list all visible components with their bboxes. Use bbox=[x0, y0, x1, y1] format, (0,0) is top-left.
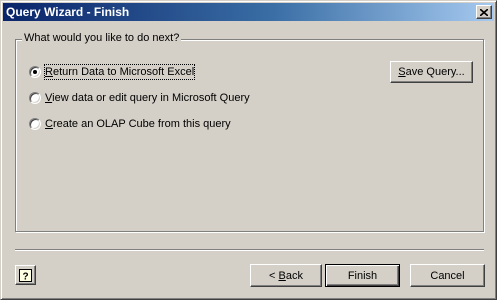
cancel-label: Cancel bbox=[430, 269, 465, 282]
radio-return-data-to-excel[interactable]: Return Data to Microsoft Excel bbox=[29, 64, 196, 80]
radio-label-text: eturn Data to Microsoft Excel bbox=[52, 66, 195, 78]
radio-label-view-edit: View data or edit query in Microsoft Que… bbox=[45, 91, 250, 105]
back-label: ack bbox=[285, 269, 303, 282]
radio-button-olap-cube[interactable] bbox=[29, 118, 41, 130]
back-prefix: < bbox=[269, 269, 279, 282]
window-title: Query Wizard - Finish bbox=[6, 5, 130, 19]
save-query-button[interactable]: Save Query... bbox=[390, 61, 473, 83]
back-button[interactable]: < Back bbox=[250, 264, 322, 287]
close-button[interactable] bbox=[476, 5, 492, 19]
cancel-button[interactable]: Cancel bbox=[410, 264, 485, 287]
query-wizard-dialog: Query Wizard - Finish What would you lik… bbox=[0, 0, 497, 300]
help-icon: ? bbox=[19, 268, 32, 282]
radio-label-olap-cube: Create an OLAP Cube from this query bbox=[45, 117, 231, 131]
mnemonic-s: S bbox=[398, 66, 406, 78]
help-button[interactable]: ? bbox=[15, 265, 36, 285]
group-legend: What would you like to do next? bbox=[22, 32, 182, 44]
finish-button[interactable]: Finish bbox=[325, 264, 400, 287]
dialog-separator bbox=[15, 249, 484, 251]
svg-text:?: ? bbox=[22, 271, 28, 282]
radio-button-view-edit[interactable] bbox=[29, 92, 41, 104]
radio-create-olap-cube[interactable]: Create an OLAP Cube from this query bbox=[29, 117, 231, 131]
radio-label-return-data: Return Data to Microsoft Excel bbox=[43, 64, 196, 80]
radio-label-text: iew data or edit query in Microsoft Quer… bbox=[52, 92, 250, 104]
mnemonic-b: B bbox=[278, 269, 286, 282]
finish-label: Finish bbox=[347, 269, 378, 282]
mnemonic-c: C bbox=[45, 118, 53, 130]
mnemonic-r: R bbox=[45, 66, 53, 78]
radio-view-edit-in-microsoft-query[interactable]: View data or edit query in Microsoft Que… bbox=[29, 91, 250, 105]
title-bar[interactable]: Query Wizard - Finish bbox=[3, 3, 494, 21]
close-icon bbox=[480, 8, 488, 16]
save-query-label: ave Query... bbox=[405, 66, 465, 78]
radio-label-text: reate an OLAP Cube from this query bbox=[52, 118, 231, 130]
radio-button-return-data[interactable] bbox=[29, 66, 41, 78]
